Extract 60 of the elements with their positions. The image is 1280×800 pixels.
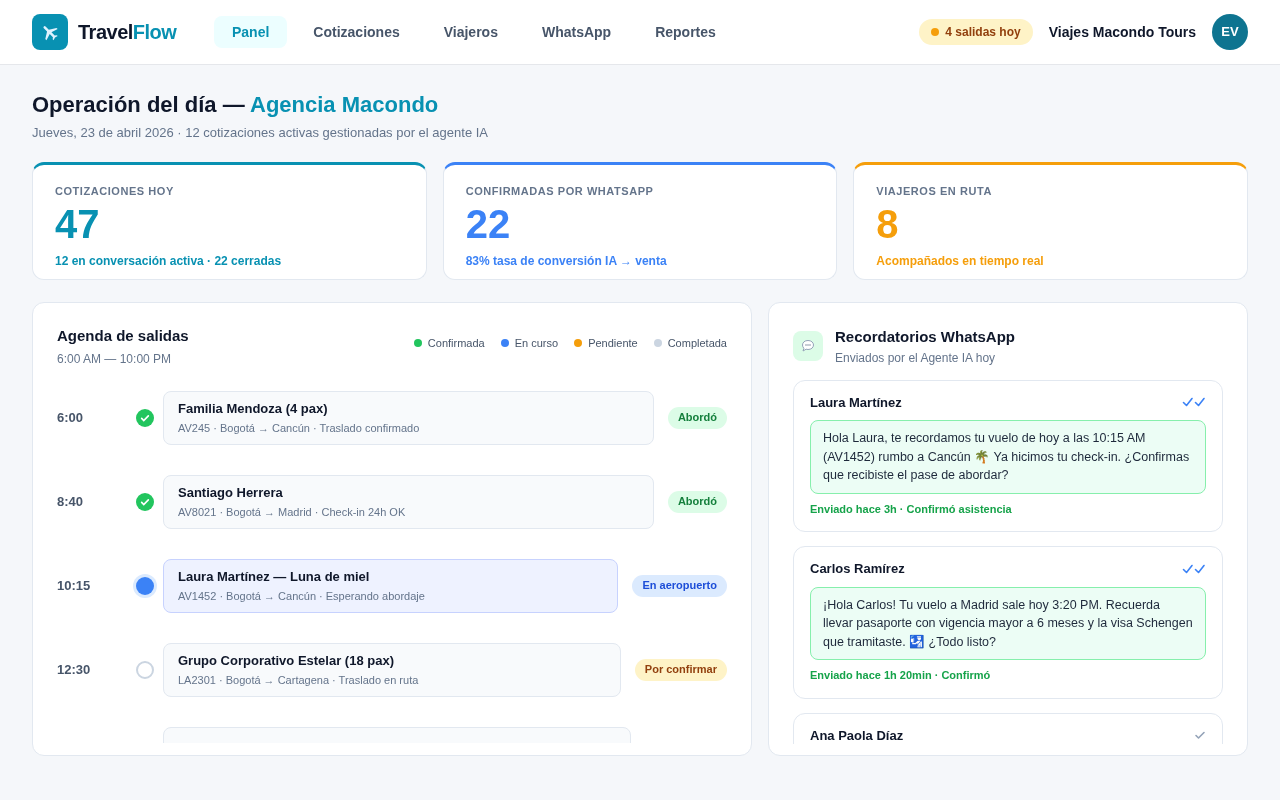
kpi-label: CONFIRMADAS POR WHATSAPP (465, 184, 655, 199)
departure-card[interactable]: Grupo Corporativo Estelar (18 pax) LA2301 · Bogotá → Cartagena · Traslado en ruta (163, 642, 621, 697)
nav-tab[interactable]: WhatsApp (523, 16, 630, 48)
kpi-note: 12 en conversación activa · 22 cerradas (55, 252, 283, 270)
kpi-value: 8 (876, 201, 900, 246)
message-status: Enviado hace 1h 20min · Confirmó (810, 668, 992, 683)
message-bubble: Hola Laura, te recordamos tu vuelo de hoy a las 10:15 AM (AV1452) rumbo a Cancún 🌴 Ya hicimos tu check-in. ¿Confirmas que recibiste el pase de abordar? (810, 420, 1206, 494)
kpi-value: 22 (465, 201, 512, 246)
contact-name: Carlos Ramírez (810, 560, 905, 578)
kpi-label: VIAJEROS EN RUTA (876, 184, 993, 199)
kpi-note: Acompañados en tiempo real (876, 252, 1045, 270)
contact-name: Ana Paola Díaz (810, 726, 904, 744)
panel-title: Recordatorios WhatsApp (835, 327, 1015, 347)
nav-tab[interactable]: Cotizaciones (295, 16, 418, 48)
legend-label: En curso (514, 336, 559, 351)
departure-detail: AV1452 · Bogotá → Cancún · Esperando abordaje (178, 589, 426, 604)
departure-detail: AV8021 · Bogotá → Madrid · Check-in 24h OK (178, 505, 407, 520)
double-check-icon (1182, 562, 1206, 575)
departure-title: Familia Mendoza (4 pax) (178, 399, 329, 418)
legend-label: Confirmada (427, 336, 485, 351)
time-range: 6:00 AM — 10:00 PM (57, 350, 173, 368)
kpi-value: 47 (55, 201, 101, 246)
panel-subtitle: Enviados por el Agente IA hoy (835, 349, 997, 367)
departure-title: Santiago Herrera (178, 483, 284, 502)
departure-title: Laura Martínez — Luna de miel (178, 567, 371, 586)
departure-title: Grupo Corporativo Estelar (18 pax) (178, 651, 395, 670)
message-status: Enviado hace 3h · Confirmó asistencia (810, 501, 1013, 517)
brand-name: TravelFlow (78, 20, 177, 45)
page-title: Operación del día — Agencia Macondo (32, 91, 440, 119)
legend-label: Pendiente (588, 336, 638, 351)
status-badge: Abordó (667, 406, 727, 429)
agency-name: Viajes Macondo Tours (1048, 22, 1196, 42)
departures-badge: 4 salidas hoy (919, 19, 1033, 45)
user-avatar[interactable]: EV (1212, 14, 1248, 50)
kpi-note: 83% tasa de conversión IA → venta (465, 252, 668, 270)
departure-detail: LA2301 · Bogotá → Cartagena · Traslado en ruta (178, 673, 420, 688)
departure-card[interactable]: Santiago Herrera AV8021 · Bogotá → Madrid · Check-in 24h OK (163, 474, 654, 529)
kpi-label: COTIZACIONES HOY (55, 184, 175, 199)
chat-bubble-icon (793, 331, 823, 362)
nav-tab[interactable]: Viajeros (425, 16, 516, 48)
nav-tab[interactable]: Panel (214, 16, 288, 48)
message-bubble: ¡Hola Carlos! Tu vuelo a Madrid sale hoy 3:20 PM. Recuerda llevar pasaporte con vigencia mayor a 6 meses y la visa Schengen que tramitaste. 🛂 ¿Todo listo? (810, 586, 1206, 660)
departure-card[interactable]: Laura Martínez — Luna de miel AV1452 · Bogotá → Cancún · Esperando abordaje (163, 558, 619, 613)
airplane-logo-icon (32, 14, 68, 50)
panel-title: Agenda de salidas (57, 326, 189, 346)
nav-tab[interactable]: Reportes (637, 16, 734, 48)
double-check-icon (1182, 396, 1206, 409)
departure-time: 8:40 (57, 492, 85, 511)
status-badge: Por confirmar (634, 658, 727, 681)
departure-detail: AV245 · Bogotá → Cancún · Traslado confirmado (178, 421, 421, 436)
departure-time: 6:00 (57, 408, 85, 427)
legend-label: Completada (667, 336, 727, 351)
departure-card[interactable]: Familia Mendoza (4 pax) AV245 · Bogotá → Cancún · Traslado confirmado (163, 390, 654, 445)
departure-time: 10:15 (57, 576, 92, 595)
departure-time: 12:30 (57, 660, 92, 679)
page-subtitle: Jueves, 23 de abril 2026 · 12 cotizaciones activas gestionadas por el agente IA (32, 123, 489, 142)
status-badge: Abordó (667, 490, 727, 513)
check-icon (1194, 729, 1206, 742)
status-badge: En aeropuerto (632, 574, 727, 597)
contact-name: Laura Martínez (810, 393, 902, 412)
